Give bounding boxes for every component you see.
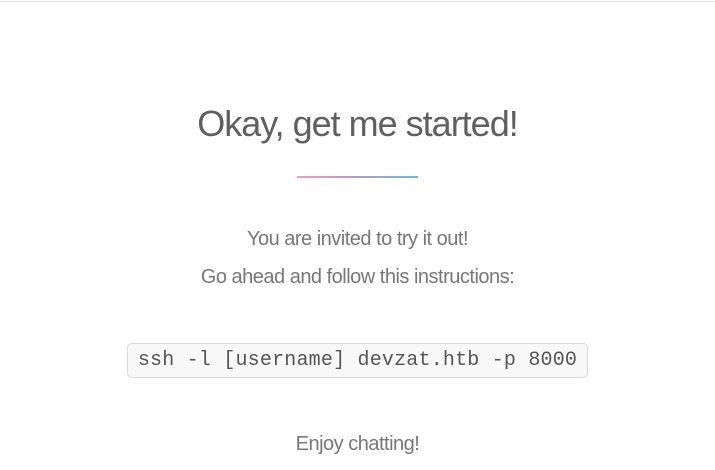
closing-text: Enjoy chatting! <box>295 433 420 455</box>
ssh-command-box[interactable]: ssh -l [username] devzat.htb -p 8000 <box>127 343 588 378</box>
intro-text: You are invited to try it out! Go ahead … <box>0 220 715 296</box>
get-started-section: Okay, get me started! You are invited to… <box>0 0 715 470</box>
intro-line-invite: You are invited to try it out! <box>246 228 469 250</box>
ssh-command-text[interactable]: ssh -l [username] devzat.htb -p 8000 <box>138 349 577 372</box>
intro-line-instructions: Go ahead and follow this instructions: <box>200 266 515 288</box>
gradient-divider <box>297 176 418 178</box>
section-heading: Okay, get me started! <box>197 103 518 144</box>
